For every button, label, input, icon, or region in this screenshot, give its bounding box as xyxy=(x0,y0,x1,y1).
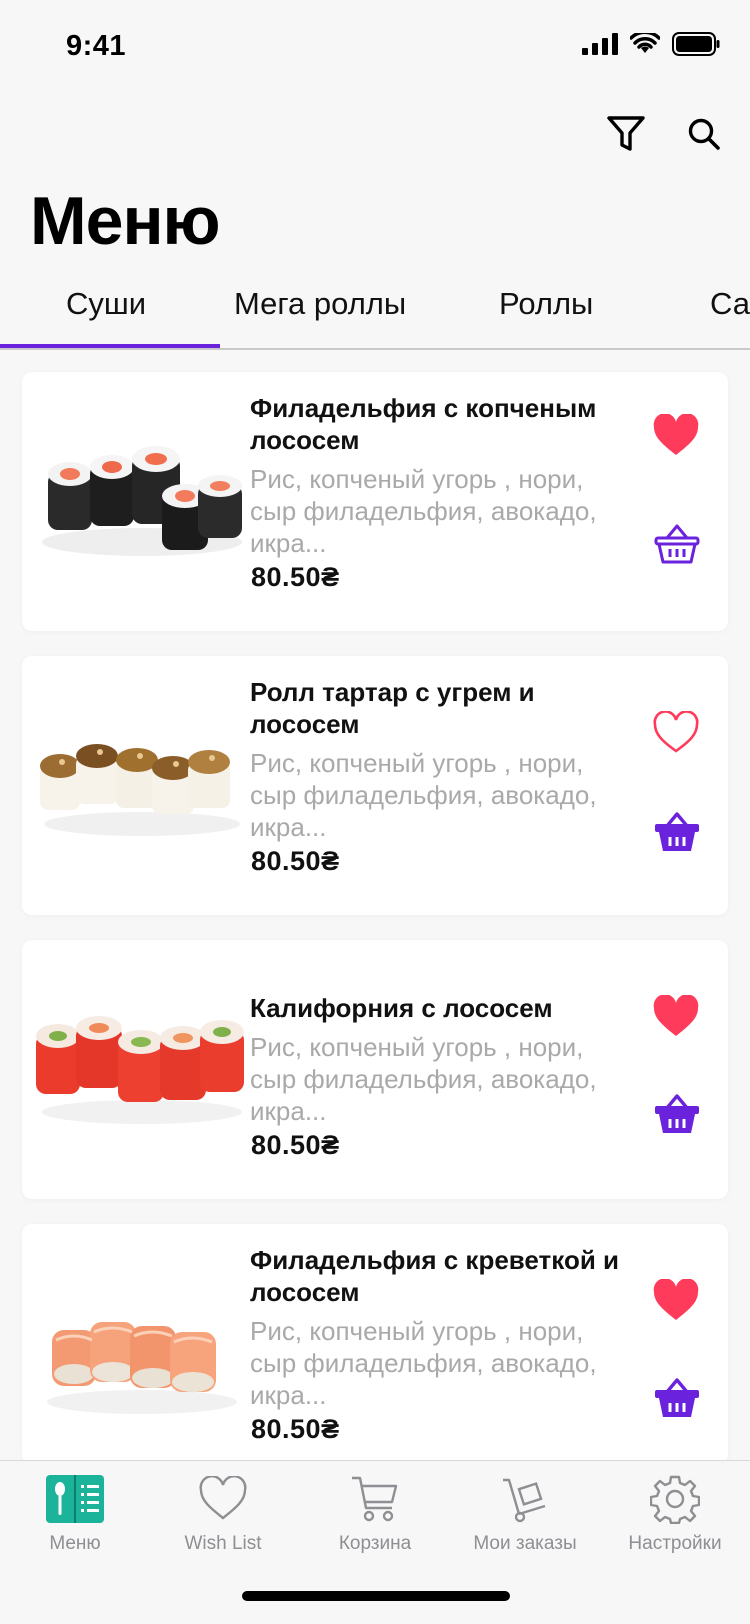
favorite-heart-icon[interactable] xyxy=(652,414,700,458)
tabbar-item-wishlist[interactable]: Wish List xyxy=(148,1473,298,1555)
product-description: Рис, копченый угорь , нори, сыр филадель… xyxy=(250,1316,597,1410)
search-icon xyxy=(688,118,720,150)
tab-sa[interactable]: Са xyxy=(710,286,750,322)
cart-icon xyxy=(352,1476,398,1522)
page-title: Меню xyxy=(30,183,221,259)
tabbar-label-cart: Корзина xyxy=(338,1533,412,1554)
search-button[interactable] xyxy=(680,110,728,158)
favorite-heart-icon[interactable] xyxy=(652,995,700,1039)
status-icons xyxy=(582,32,720,56)
product-title: Филадельфия с креветкой и лососем xyxy=(250,1245,620,1307)
product-image-california-roll xyxy=(36,1016,244,1124)
hand-truck-icon xyxy=(503,1478,546,1523)
product-description: Рис, копченый угорь , нори, сыр филадель… xyxy=(250,1032,597,1126)
menu-book-icon xyxy=(46,1475,104,1523)
add-to-basket-icon[interactable] xyxy=(654,522,700,566)
filter-icon xyxy=(607,116,645,151)
wifi-icon xyxy=(630,33,660,53)
product-title: Калифорния с лососем xyxy=(250,993,553,1023)
product-card[interactable]: Ролл тартар с угрем и лососем Рис, копче… xyxy=(22,656,728,915)
battery-icon xyxy=(672,32,720,56)
home-indicator xyxy=(242,1591,510,1601)
category-tabs: Суши Мега роллы Роллы Са xyxy=(0,272,750,350)
filter-button[interactable] xyxy=(602,110,650,158)
status-bar: 9:41 xyxy=(0,0,750,94)
add-to-basket-icon[interactable] xyxy=(654,810,700,854)
gear-icon xyxy=(650,1475,700,1524)
tabbar-label-orders: Мои заказы xyxy=(473,1533,577,1554)
tabbar-item-menu[interactable]: Меню xyxy=(0,1473,150,1555)
product-price: 80.50₴ xyxy=(251,562,340,592)
favorite-heart-icon[interactable] xyxy=(652,1279,700,1323)
tab-rolls[interactable]: Роллы xyxy=(499,286,593,322)
product-price: 80.50₴ xyxy=(251,1130,340,1160)
product-price: 80.50₴ xyxy=(251,1414,340,1444)
product-description: Рис, копченый угорь , нори, сыр филадель… xyxy=(250,748,597,842)
tabbar-item-orders[interactable]: Мои заказы xyxy=(450,1473,600,1555)
tabbar-label-wishlist: Wish List xyxy=(184,1533,262,1554)
tabbar-item-cart[interactable]: Корзина xyxy=(300,1473,450,1555)
tab-mega-rolls[interactable]: Мега роллы xyxy=(234,286,406,322)
product-image-philadelphia-shrimp xyxy=(47,1322,237,1414)
product-title: Ролл тартар с угрем и лососем xyxy=(250,677,535,739)
add-to-basket-icon[interactable] xyxy=(654,1376,700,1420)
tab-sushi[interactable]: Суши xyxy=(66,286,146,322)
favorite-heart-outline-icon[interactable] xyxy=(652,711,700,755)
product-title: Филадельфия с копченым лососем xyxy=(250,393,597,455)
status-time: 9:41 xyxy=(66,30,127,62)
product-price: 80.50₴ xyxy=(251,846,340,876)
product-card[interactable]: Калифорния с лососем Рис, копченый угорь… xyxy=(22,940,728,1199)
signal-icon xyxy=(582,33,618,55)
product-image-tartar-roll xyxy=(40,744,240,836)
active-tab-indicator xyxy=(0,344,220,348)
add-to-basket-icon[interactable] xyxy=(654,1092,700,1136)
product-image-sushi-dark xyxy=(42,446,242,556)
tabbar-item-settings[interactable]: Настройки xyxy=(600,1473,750,1555)
product-card[interactable]: Филадельфия с креветкой и лососем Рис, к… xyxy=(22,1224,728,1464)
heart-outline-icon xyxy=(199,1476,247,1520)
tabbar-label-settings: Настройки xyxy=(628,1533,722,1554)
product-description: Рис, копченый угорь , нори, сыр филадель… xyxy=(250,464,597,558)
product-card[interactable]: Филадельфия с копченым лососем Рис, копч… xyxy=(22,372,728,631)
tabbar-label-menu: Меню xyxy=(49,1533,101,1554)
